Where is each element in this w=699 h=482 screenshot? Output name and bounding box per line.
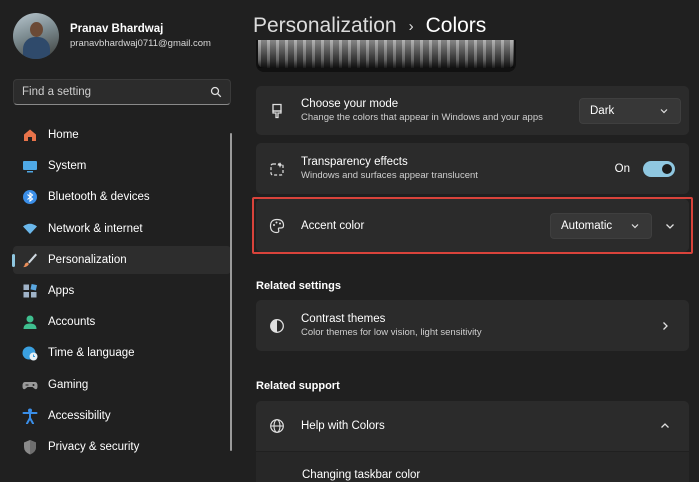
expand-chevron-icon[interactable] [664, 220, 676, 232]
palette-icon [268, 217, 286, 235]
sidebar-item-label: Privacy & security [48, 440, 140, 453]
sidebar-item-accounts[interactable]: Accounts [13, 308, 231, 336]
bluetooth-icon [21, 189, 38, 206]
sparkle-icon [268, 160, 286, 178]
sidebar-item-label: System [48, 160, 87, 173]
search-icon[interactable] [210, 86, 222, 98]
sidebar-item-network[interactable]: Network & internet [13, 215, 231, 243]
accent-color-card[interactable]: Accent color Automatic [256, 199, 689, 252]
sidebar-item-label: Personalization [48, 253, 127, 266]
monitor-icon [21, 158, 38, 175]
help-title: Help with Colors [301, 420, 385, 432]
search-input[interactable] [22, 86, 210, 98]
accent-title: Accent color [301, 219, 365, 232]
transparency-toggle-group: On [614, 160, 675, 177]
sidebar-item-label: Network & internet [48, 222, 143, 235]
profile-name: Pranav Bhardwaj [70, 23, 164, 35]
sidebar-item-label: Apps [48, 284, 75, 297]
transparency-card: Transparency effects Windows and surface… [256, 143, 689, 194]
sidebar-item-apps[interactable]: Apps [13, 277, 231, 305]
sidebar-item-label: Home [48, 129, 79, 141]
globe-icon [268, 417, 286, 435]
sidebar-item-label: Accounts [48, 316, 96, 329]
chevron-down-icon [631, 223, 639, 228]
sidebar-item-label: Accessibility [48, 409, 111, 422]
accent-value: Automatic [561, 219, 613, 232]
contrast-title: Contrast themes [301, 313, 386, 325]
mode-title: Choose your mode [301, 98, 399, 110]
transparency-subtitle: Windows and surfaces appear translucent [301, 170, 478, 181]
toggle-state-label: On [614, 162, 630, 175]
user-profile[interactable]: Pranav Bhardwaj pranavbhardwaj0711@gmail… [13, 13, 211, 59]
contrast-themes-card[interactable]: Contrast themes Color themes for low vis… [256, 300, 689, 351]
taskbar-color-link[interactable]: Changing taskbar color [302, 469, 420, 481]
accessibility-icon [21, 407, 38, 424]
sidebar-scrollbar[interactable] [230, 133, 232, 451]
search-box[interactable] [13, 79, 231, 105]
help-colors-card[interactable]: Help with Colors [256, 401, 689, 451]
sidebar-item-personalization[interactable]: Personalization [12, 245, 231, 274]
sidebar-item-home[interactable]: Home [13, 121, 231, 149]
accent-dropdown[interactable]: Automatic [550, 212, 652, 239]
mode-dropdown[interactable]: Dark [579, 97, 681, 124]
brush-icon [21, 251, 38, 268]
chevron-up-icon[interactable] [659, 420, 671, 432]
apps-icon [21, 282, 38, 299]
person-icon [21, 314, 38, 331]
contrast-subtitle: Color themes for low vision, light sensi… [301, 327, 482, 338]
avatar[interactable] [13, 13, 59, 59]
theme-preview [256, 40, 516, 72]
page-title: Colors [425, 14, 487, 37]
wifi-icon [21, 220, 38, 237]
mode-subtitle: Change the colors that appear in Windows… [301, 112, 543, 123]
sidebar-item-gaming[interactable]: Gaming [13, 371, 231, 399]
sidebar-nav: Home System Bluetooth & devices Network … [12, 121, 231, 464]
sidebar-item-time-language[interactable]: Time & language [13, 339, 231, 367]
sidebar-item-accessibility[interactable]: Accessibility [13, 402, 231, 430]
help-links-panel: Changing taskbar color [256, 452, 689, 482]
breadcrumb-separator: › [408, 17, 414, 35]
related-support-heading: Related support [256, 380, 340, 392]
contrast-icon [268, 317, 286, 335]
transparency-title: Transparency effects [301, 156, 408, 168]
paintbrush-icon [268, 102, 286, 120]
chevron-right-icon [663, 321, 668, 330]
shield-icon [21, 438, 38, 455]
breadcrumb-parent[interactable]: Personalization [253, 14, 397, 38]
gamepad-icon [21, 376, 38, 393]
profile-email: pranavbhardwaj0711@gmail.com [70, 38, 211, 49]
sidebar-item-privacy[interactable]: Privacy & security [13, 433, 231, 461]
mode-value: Dark [590, 104, 615, 117]
breadcrumb: Personalization › Colors [253, 14, 486, 38]
sidebar-item-label: Time & language [48, 347, 135, 360]
sidebar: Pranav Bhardwaj pranavbhardwaj0711@gmail… [0, 0, 240, 482]
home-icon [21, 127, 38, 144]
choose-mode-card: Choose your mode Change the colors that … [256, 86, 689, 135]
main-content: Personalization › Colors Choose your mod… [240, 0, 699, 482]
sidebar-item-bluetooth[interactable]: Bluetooth & devices [13, 183, 231, 211]
sidebar-item-label: Bluetooth & devices [48, 191, 150, 204]
related-settings-heading: Related settings [256, 280, 341, 292]
chevron-down-icon [660, 108, 668, 113]
sidebar-item-system[interactable]: System [13, 152, 231, 180]
sidebar-item-label: Gaming [48, 378, 89, 391]
transparency-toggle[interactable] [643, 160, 675, 177]
globe-clock-icon [21, 345, 38, 362]
